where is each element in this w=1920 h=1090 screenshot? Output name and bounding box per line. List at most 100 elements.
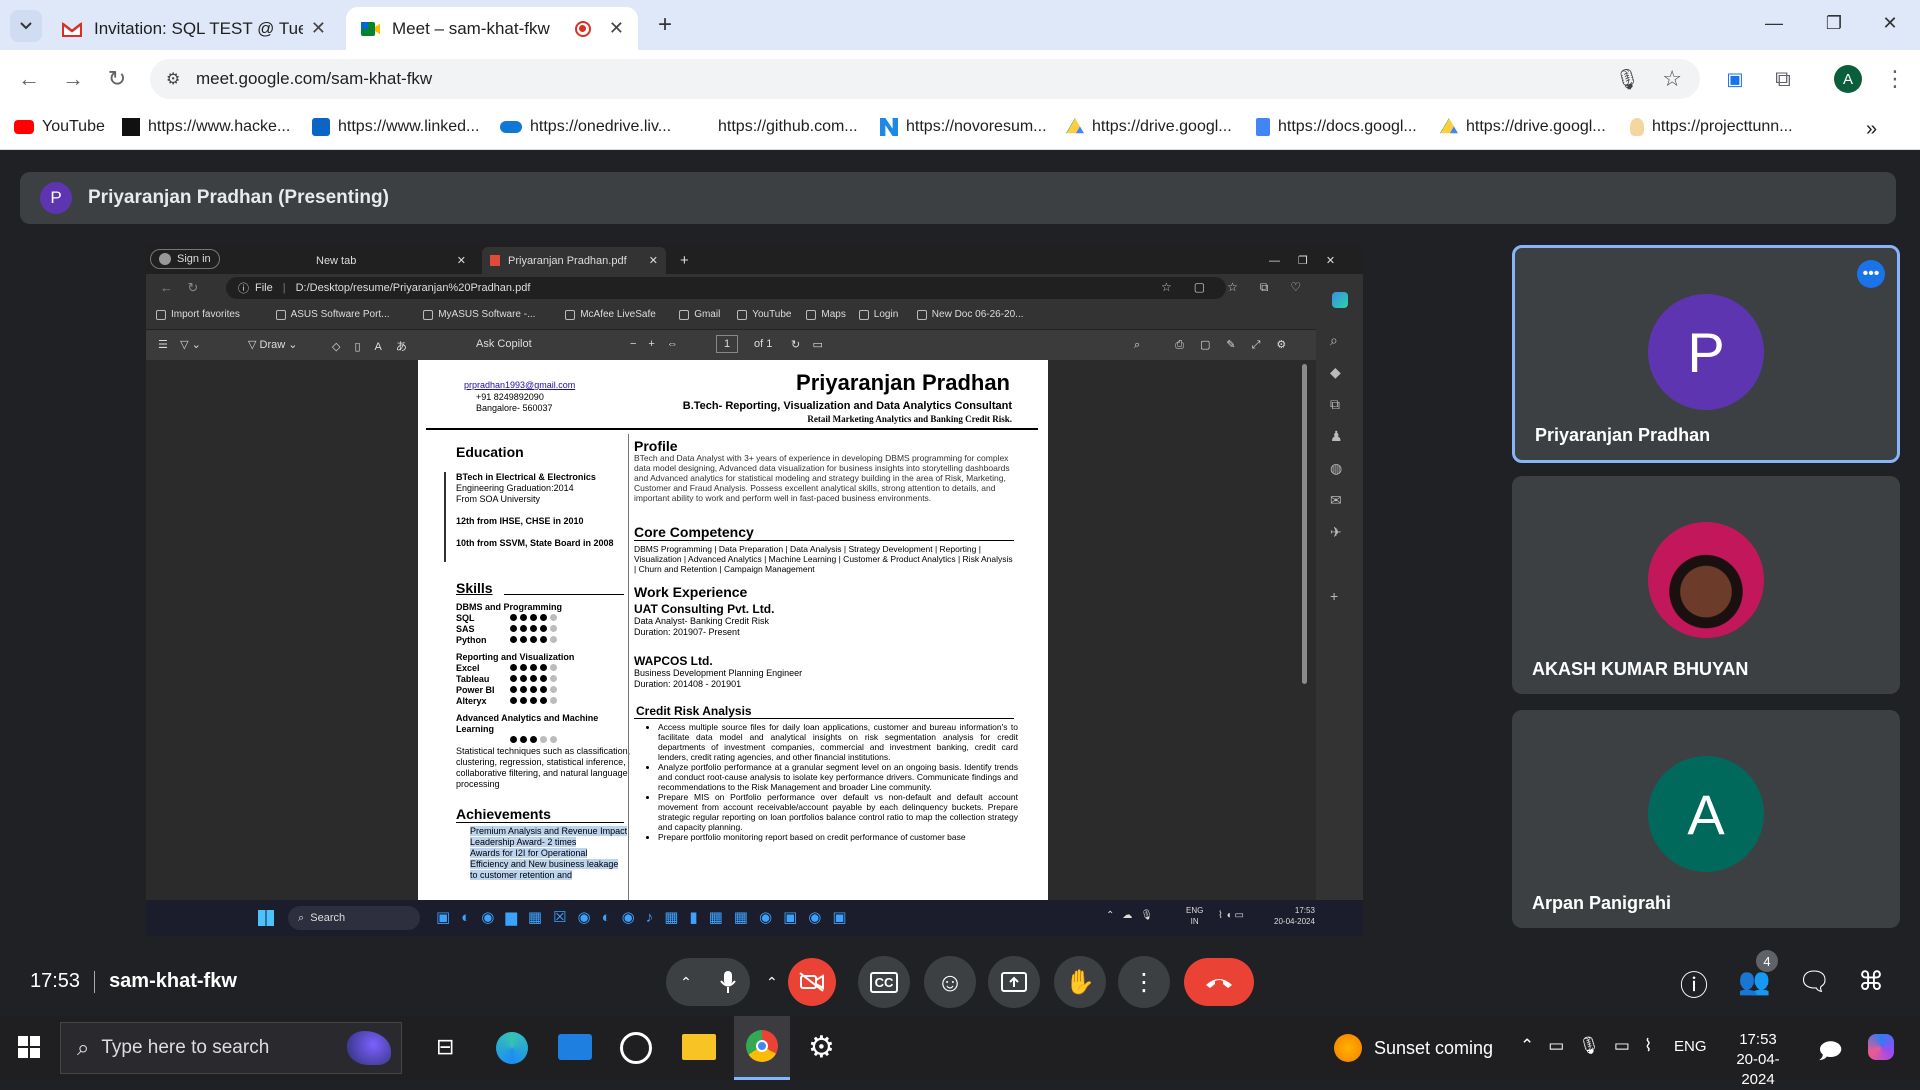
bookmark-drive[interactable]: https://drive.googl... bbox=[1066, 118, 1232, 136]
github-icon bbox=[700, 118, 710, 136]
start-button[interactable] bbox=[18, 1036, 40, 1058]
weather-widget[interactable]: Sunset coming bbox=[1334, 1034, 1493, 1062]
notifications-icon[interactable]: 🗩 bbox=[1818, 1034, 1842, 1072]
edge-bookmarks: Import favorites ASUS Software Port... MyA… bbox=[146, 302, 1363, 330]
bookmark-linkedin[interactable]: https://www.linked... bbox=[312, 118, 479, 136]
resume-name: Priyaranjan Pradhan bbox=[796, 370, 1010, 395]
forward-button[interactable]: → bbox=[58, 64, 88, 94]
new-tab-button[interactable]: + bbox=[650, 10, 680, 40]
bookmark-novoresume[interactable]: https://novoresum... bbox=[880, 118, 1047, 136]
edge-bookmark: Maps bbox=[806, 309, 846, 320]
edge-new-tab-icon: + bbox=[680, 252, 689, 269]
chevron-up-icon: ⌃ bbox=[680, 973, 692, 990]
chat-button[interactable]: 🗨 bbox=[1798, 966, 1831, 997]
tab-gmail[interactable]: Invitation: SQL TEST @ Tue Ap ✕ bbox=[48, 7, 340, 50]
clock[interactable]: 17:53 20-04-2024 bbox=[1720, 1030, 1796, 1090]
captions-button[interactable]: CC bbox=[858, 956, 910, 1008]
more-options-button[interactable]: ⋮ bbox=[1118, 956, 1170, 1008]
tab-title: Invitation: SQL TEST @ Tue Ap bbox=[94, 18, 303, 38]
minimize-button[interactable]: — bbox=[1744, 0, 1804, 46]
windows-taskbar: ⌕ Type here to search ⊟ ⚙ Sunset coming … bbox=[0, 1016, 1920, 1088]
people-button[interactable]: 👥 4 bbox=[1738, 950, 1778, 997]
language-indicator[interactable]: ENG bbox=[1674, 1038, 1707, 1055]
participant-tile-presenter[interactable]: P ••• Priyaranjan Pradhan bbox=[1512, 245, 1900, 463]
present-button[interactable] bbox=[988, 956, 1040, 1008]
chrome-app-icon[interactable] bbox=[734, 1016, 790, 1080]
mail-app-icon[interactable] bbox=[558, 1034, 592, 1060]
site-info-icon[interactable]: ⚙ bbox=[166, 69, 180, 89]
reactions-button[interactable]: ☺ bbox=[924, 956, 976, 1008]
novoresume-icon bbox=[880, 118, 898, 136]
screen-share-icon[interactable]: ▣ bbox=[1720, 64, 1750, 94]
copilot-icon[interactable] bbox=[1868, 1034, 1894, 1060]
tab-meet[interactable]: Meet – sam-khat-fkw ✕ bbox=[346, 7, 638, 50]
participant-tile-akash[interactable]: AKASH KUMAR BHUYAN bbox=[1512, 476, 1900, 694]
recording-icon bbox=[574, 20, 591, 37]
more-options-icon[interactable]: ••• bbox=[1857, 260, 1885, 288]
bookmark-onedrive[interactable]: https://onedrive.liv... bbox=[500, 118, 671, 136]
edge-app-icon[interactable] bbox=[496, 1032, 528, 1064]
tab-title: Meet – sam-khat-fkw bbox=[392, 18, 550, 38]
close-window-button[interactable]: ✕ bbox=[1860, 0, 1920, 46]
taskbar-search-box[interactable]: ⌕ Type here to search bbox=[60, 1022, 402, 1074]
shapes-icon: ⌘ bbox=[1858, 966, 1884, 996]
leave-call-button[interactable] bbox=[1184, 958, 1254, 1006]
shared-windows-taskbar: ⌕ Search ▣◐◉▆▦☒◉◐◉♪▦▮▦▦◉▣◉▣ ⌃☁🎙 ENG IN ⌇ … bbox=[146, 900, 1363, 936]
participant-tile-arpan[interactable]: A Arpan Panigrahi bbox=[1512, 710, 1900, 928]
bookmark-github[interactable]: https://github.com... bbox=[700, 118, 858, 136]
chat-icon: 🗨 bbox=[1798, 966, 1832, 996]
microphone-button[interactable]: ⌃ bbox=[666, 958, 750, 1006]
profile-avatar[interactable]: A bbox=[1834, 65, 1862, 93]
tab-search-button[interactable] bbox=[10, 10, 42, 42]
restore-button[interactable]: ❐ bbox=[1804, 0, 1864, 46]
bookmark-hackerrank[interactable]: https://www.hacke... bbox=[122, 118, 290, 136]
pdf-viewer: prpradhan1993@gmail.com +91 8249892090 B… bbox=[146, 360, 1316, 900]
address-bar[interactable]: ⚙ meet.google.com/sam-khat-fkw 🎙 ☆ bbox=[150, 59, 1700, 99]
more-bookmarks-icon[interactable]: » bbox=[1866, 118, 1877, 141]
credit-point: Access multiple source files for daily l… bbox=[658, 722, 1018, 762]
camera-button[interactable]: ⌃ bbox=[760, 958, 844, 1006]
edge-tab-pdf: Priyaranjan Pradhan.pdf ✕ bbox=[482, 247, 666, 274]
reload-button[interactable]: ↻ bbox=[102, 64, 132, 94]
microphone-icon bbox=[720, 971, 736, 993]
extensions-icon[interactable]: ⧉ bbox=[1768, 64, 1798, 94]
file-explorer-icon[interactable] bbox=[682, 1034, 716, 1060]
edge-bookmark: Gmail bbox=[679, 309, 720, 320]
raise-hand-button[interactable]: ✋ bbox=[1054, 956, 1106, 1008]
edge-bookmark: Import favorites bbox=[156, 309, 240, 320]
hand-icon: ✋ bbox=[1065, 968, 1095, 996]
close-tab-icon[interactable]: ✕ bbox=[311, 18, 326, 39]
skill-rating bbox=[510, 735, 560, 746]
presenter-avatar: P bbox=[40, 182, 72, 214]
menu-kebab-icon[interactable]: ⋮ bbox=[1880, 64, 1910, 94]
task-view-icon[interactable]: ⊟ bbox=[436, 1034, 454, 1060]
credit-points: Access multiple source files for daily l… bbox=[648, 722, 1018, 842]
activities-button[interactable]: ⌘ bbox=[1858, 966, 1884, 997]
bookmark-docs[interactable]: https://docs.googl... bbox=[1256, 118, 1417, 136]
participant-avatar: P bbox=[1648, 294, 1764, 410]
tray-icons: ⌃▭🎙▭⌇ bbox=[1520, 1036, 1667, 1055]
bookmark-projecttunnel[interactable]: https://projecttunn... bbox=[1630, 118, 1793, 136]
bookmarks-bar: YouTube https://www.hacke... https://www… bbox=[0, 108, 1920, 150]
bookmark-star-icon[interactable]: ☆ bbox=[1662, 66, 1682, 92]
close-tab-icon[interactable]: ✕ bbox=[609, 18, 624, 39]
edge-bookmark: McAfee LiveSafe bbox=[565, 309, 656, 320]
google-drive-icon bbox=[1440, 118, 1458, 134]
google-docs-icon bbox=[1256, 118, 1270, 136]
search-icon: ⌕ bbox=[77, 1035, 90, 1060]
edge-bookmark: ASUS Software Port... bbox=[275, 309, 390, 320]
back-button[interactable]: ← bbox=[14, 64, 44, 94]
skill-rating bbox=[510, 674, 560, 685]
skill-rating bbox=[510, 663, 560, 674]
bookmark-youtube[interactable]: YouTube bbox=[14, 118, 105, 136]
bookmark-drive-2[interactable]: https://drive.googl... bbox=[1440, 118, 1606, 136]
skill-rating bbox=[510, 613, 560, 624]
meeting-details-button[interactable]: ⓘ bbox=[1680, 964, 1708, 1004]
pdf-scrollbar bbox=[1302, 364, 1307, 684]
page-of: of 1 bbox=[754, 338, 773, 350]
microphone-icon[interactable]: 🎙 bbox=[1615, 67, 1640, 92]
credit-point: Analyze portfolio performance at a granu… bbox=[658, 762, 1018, 792]
whatsapp-app-icon[interactable] bbox=[620, 1032, 652, 1064]
settings-app-icon[interactable]: ⚙ bbox=[808, 1030, 835, 1065]
edge-bookmark: New Doc 06-26-20... bbox=[916, 309, 1024, 320]
